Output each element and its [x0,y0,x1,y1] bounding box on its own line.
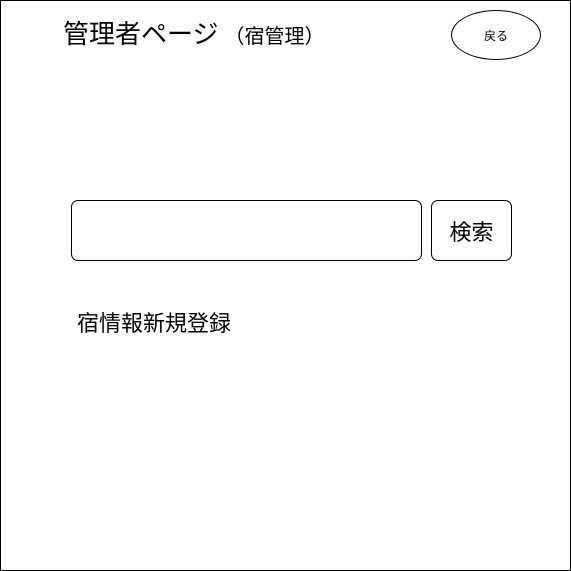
search-button[interactable]: 検索 [431,200,512,261]
page-frame: 管理者ページ （宿管理） 戻る 検索 宿情報新規登録 [0,0,571,571]
new-inn-registration-link[interactable]: 宿情報新規登録 [77,309,231,341]
search-input[interactable] [71,200,422,261]
back-button[interactable]: 戻る [451,10,541,60]
page-title-subtitle: （宿管理） [224,24,325,48]
page-title-main: 管理者ページ [63,20,219,50]
page-title: 管理者ページ （宿管理） [63,17,324,56]
